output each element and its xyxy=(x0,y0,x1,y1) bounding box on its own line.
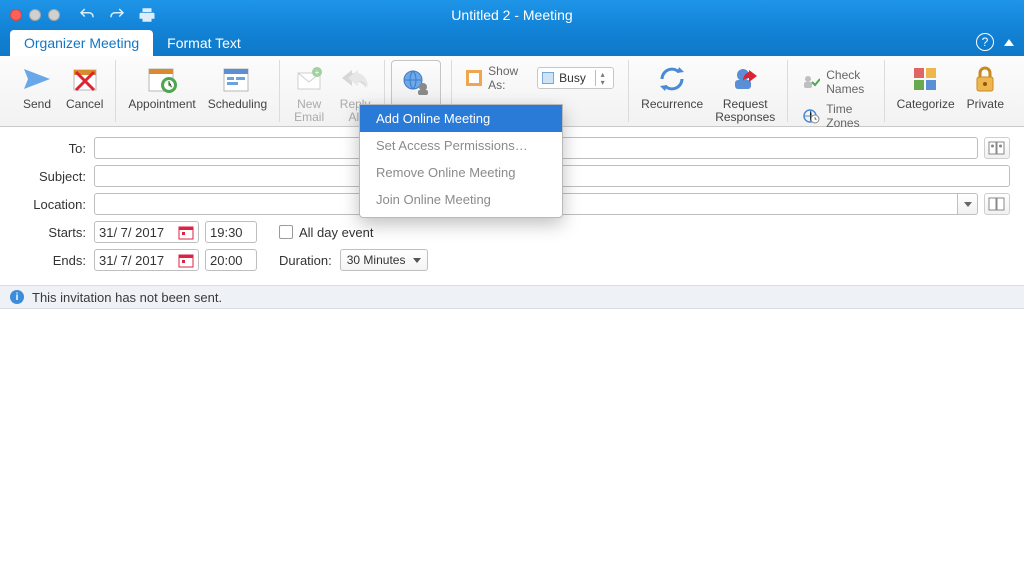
ribbon-tabs: Organizer Meeting Format Text ? xyxy=(0,29,1024,56)
check-names-icon xyxy=(802,73,820,91)
show-as-label: Show As: xyxy=(488,64,531,92)
categorize-icon xyxy=(909,62,943,96)
end-date-field[interactable]: 31/ 7/ 2017 xyxy=(94,249,199,271)
menu-set-access-permissions: Set Access Permissions… xyxy=(360,132,562,159)
location-dropdown-button[interactable] xyxy=(958,193,978,215)
location-address-book-button[interactable] xyxy=(984,193,1010,215)
to-address-book-button[interactable] xyxy=(984,137,1010,159)
end-time-field[interactable]: 20:00 xyxy=(205,249,257,271)
private-button[interactable]: Private xyxy=(961,60,1010,113)
start-time-value: 19:30 xyxy=(210,225,243,240)
categorize-button[interactable]: Categorize xyxy=(891,60,961,113)
end-date-value: 31/ 7/ 2017 xyxy=(99,253,164,268)
request-responses-button[interactable]: Request Responses xyxy=(709,60,781,126)
menu-add-online-meeting[interactable]: Add Online Meeting xyxy=(360,105,562,132)
undo-icon[interactable] xyxy=(78,6,96,24)
ends-label: Ends: xyxy=(14,253,86,268)
new-email-icon: + xyxy=(292,62,326,96)
tab-organizer-meeting[interactable]: Organizer Meeting xyxy=(10,30,153,56)
recurrence-icon xyxy=(655,62,689,96)
start-date-value: 31/ 7/ 2017 xyxy=(99,225,164,240)
chevron-down-icon xyxy=(964,202,972,207)
start-time-field[interactable]: 19:30 xyxy=(205,221,257,243)
address-book-icon xyxy=(988,141,1006,155)
scheduling-icon xyxy=(220,62,254,96)
send-icon xyxy=(20,62,54,96)
show-as-row: Show As: Busy ▴▾ xyxy=(464,62,616,94)
info-bar: i This invitation has not been sent. xyxy=(0,285,1024,309)
to-label: To: xyxy=(14,141,86,156)
titlebar: Untitled 2 - Meeting xyxy=(0,0,1024,29)
recurrence-button[interactable]: Recurrence xyxy=(635,60,709,113)
subject-label: Subject: xyxy=(14,169,86,184)
location-label: Location: xyxy=(14,197,86,212)
calendar-icon xyxy=(178,252,194,268)
lock-icon xyxy=(968,62,1002,96)
show-as-value: Busy xyxy=(559,71,586,85)
globe-user-icon xyxy=(399,65,433,99)
online-meeting-menu: Add Online Meeting Set Access Permission… xyxy=(359,104,563,218)
cancel-icon xyxy=(68,62,102,96)
collapse-ribbon-icon[interactable] xyxy=(1004,39,1014,46)
svg-text:+: + xyxy=(315,68,320,77)
all-day-checkbox[interactable]: All day event xyxy=(279,225,373,240)
message-body[interactable] xyxy=(0,309,1024,561)
info-icon: i xyxy=(10,290,24,304)
starts-label: Starts: xyxy=(14,225,86,240)
start-date-field[interactable]: 31/ 7/ 2017 xyxy=(94,221,199,243)
duration-value: 30 Minutes xyxy=(347,253,406,267)
reply-all-icon xyxy=(338,62,372,96)
quick-access-toolbar xyxy=(78,6,156,24)
all-day-label: All day event xyxy=(299,225,373,240)
close-window-icon[interactable] xyxy=(10,9,22,21)
appointment-icon xyxy=(145,62,179,96)
check-names-button[interactable]: Check Names xyxy=(800,66,871,98)
minimize-window-icon[interactable] xyxy=(29,9,41,21)
duration-combo[interactable]: 30 Minutes xyxy=(340,249,429,271)
scheduling-button[interactable]: Scheduling xyxy=(202,60,273,113)
time-zones-button[interactable]: Time Zones xyxy=(800,100,871,132)
request-responses-icon xyxy=(728,62,762,96)
time-zones-label: Time Zones xyxy=(826,102,869,130)
busy-swatch-icon xyxy=(542,72,554,84)
time-zones-icon xyxy=(802,107,820,125)
show-as-icon xyxy=(466,69,482,87)
send-button[interactable]: Send xyxy=(14,60,60,113)
menu-remove-online-meeting: Remove Online Meeting xyxy=(360,159,562,186)
redo-icon[interactable] xyxy=(108,6,126,24)
print-icon[interactable] xyxy=(138,6,156,24)
info-text: This invitation has not been sent. xyxy=(32,290,222,305)
address-book-icon xyxy=(988,197,1006,211)
calendar-icon xyxy=(178,224,194,240)
new-email-button[interactable]: + New Email xyxy=(286,60,332,126)
appointment-button[interactable]: Appointment xyxy=(122,60,201,113)
checkbox-icon xyxy=(279,225,293,239)
menu-join-online-meeting: Join Online Meeting xyxy=(360,186,562,213)
check-names-label: Check Names xyxy=(826,68,869,96)
chevron-down-icon xyxy=(413,258,421,263)
show-as-combo[interactable]: Busy ▴▾ xyxy=(537,67,614,89)
duration-label: Duration: xyxy=(279,253,332,268)
end-time-value: 20:00 xyxy=(210,253,243,268)
help-icon[interactable]: ? xyxy=(976,33,994,51)
zoom-window-icon[interactable] xyxy=(48,9,60,21)
window-controls xyxy=(10,9,60,21)
cancel-button[interactable]: Cancel xyxy=(60,60,109,113)
tab-format-text[interactable]: Format Text xyxy=(153,30,255,56)
